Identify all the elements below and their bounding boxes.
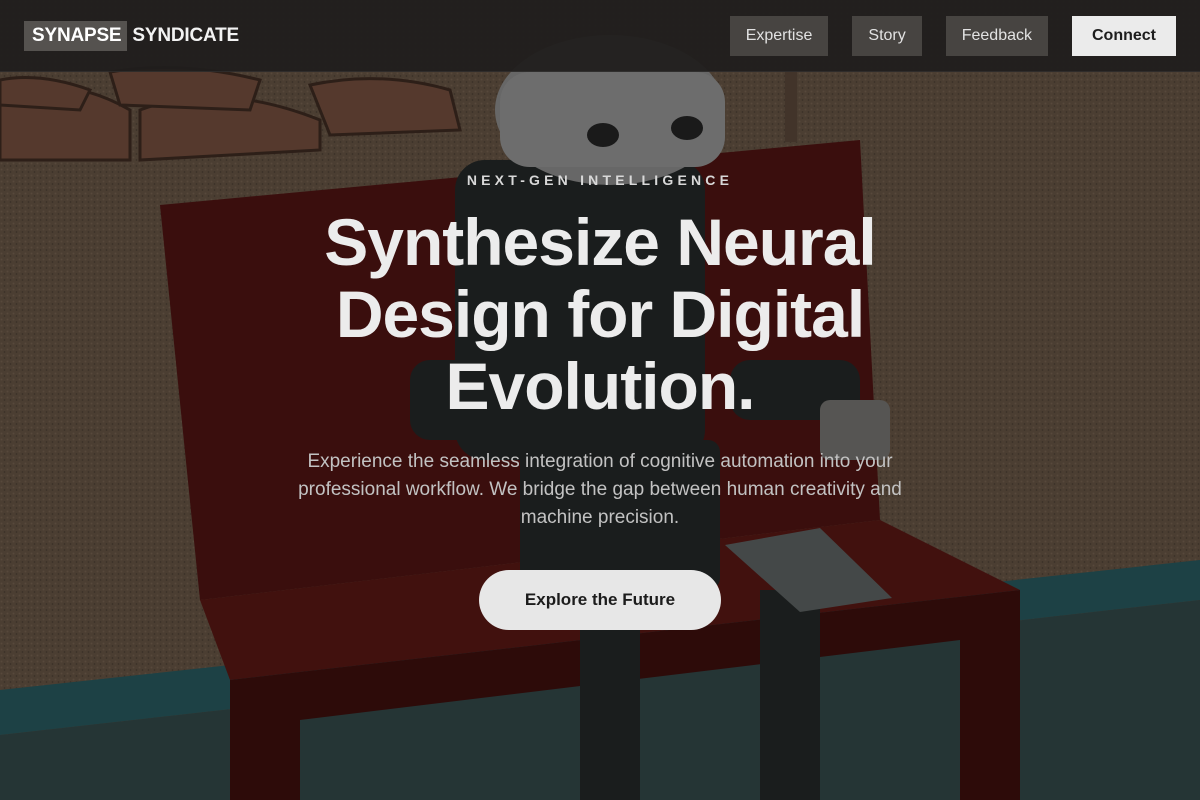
hero-section: NEXT-GEN INTELLIGENCE Synthesize Neural … <box>0 72 1200 800</box>
nav-story-button[interactable]: Story <box>852 15 922 56</box>
hero-subtext: Experience the seamless integration of c… <box>298 451 902 528</box>
hero-eyebrow: NEXT-GEN INTELLIGENCE <box>466 172 734 188</box>
explore-future-button[interactable]: Explore the Future <box>479 570 721 630</box>
hero-headline: Synthesize Neural Design for Digital Evo… <box>324 205 877 423</box>
page: SYNAPSE SYNDICATE Expertise Story Feedba… <box>0 0 1200 800</box>
connect-button[interactable]: Connect <box>1072 15 1176 56</box>
brand-logo-part-2: SYNDICATE <box>132 24 239 46</box>
nav-expertise-button[interactable]: Expertise <box>729 15 829 56</box>
brand-logo[interactable]: SYNAPSE SYNDICATE <box>24 20 239 51</box>
brand-logo-part-1: SYNAPSE <box>24 20 128 51</box>
top-navigation-bar: SYNAPSE SYNDICATE Expertise Story Feedba… <box>0 0 1200 72</box>
nav-feedback-button[interactable]: Feedback <box>945 15 1048 56</box>
nav-links: Expertise Story Feedback Connect <box>706 15 1176 56</box>
